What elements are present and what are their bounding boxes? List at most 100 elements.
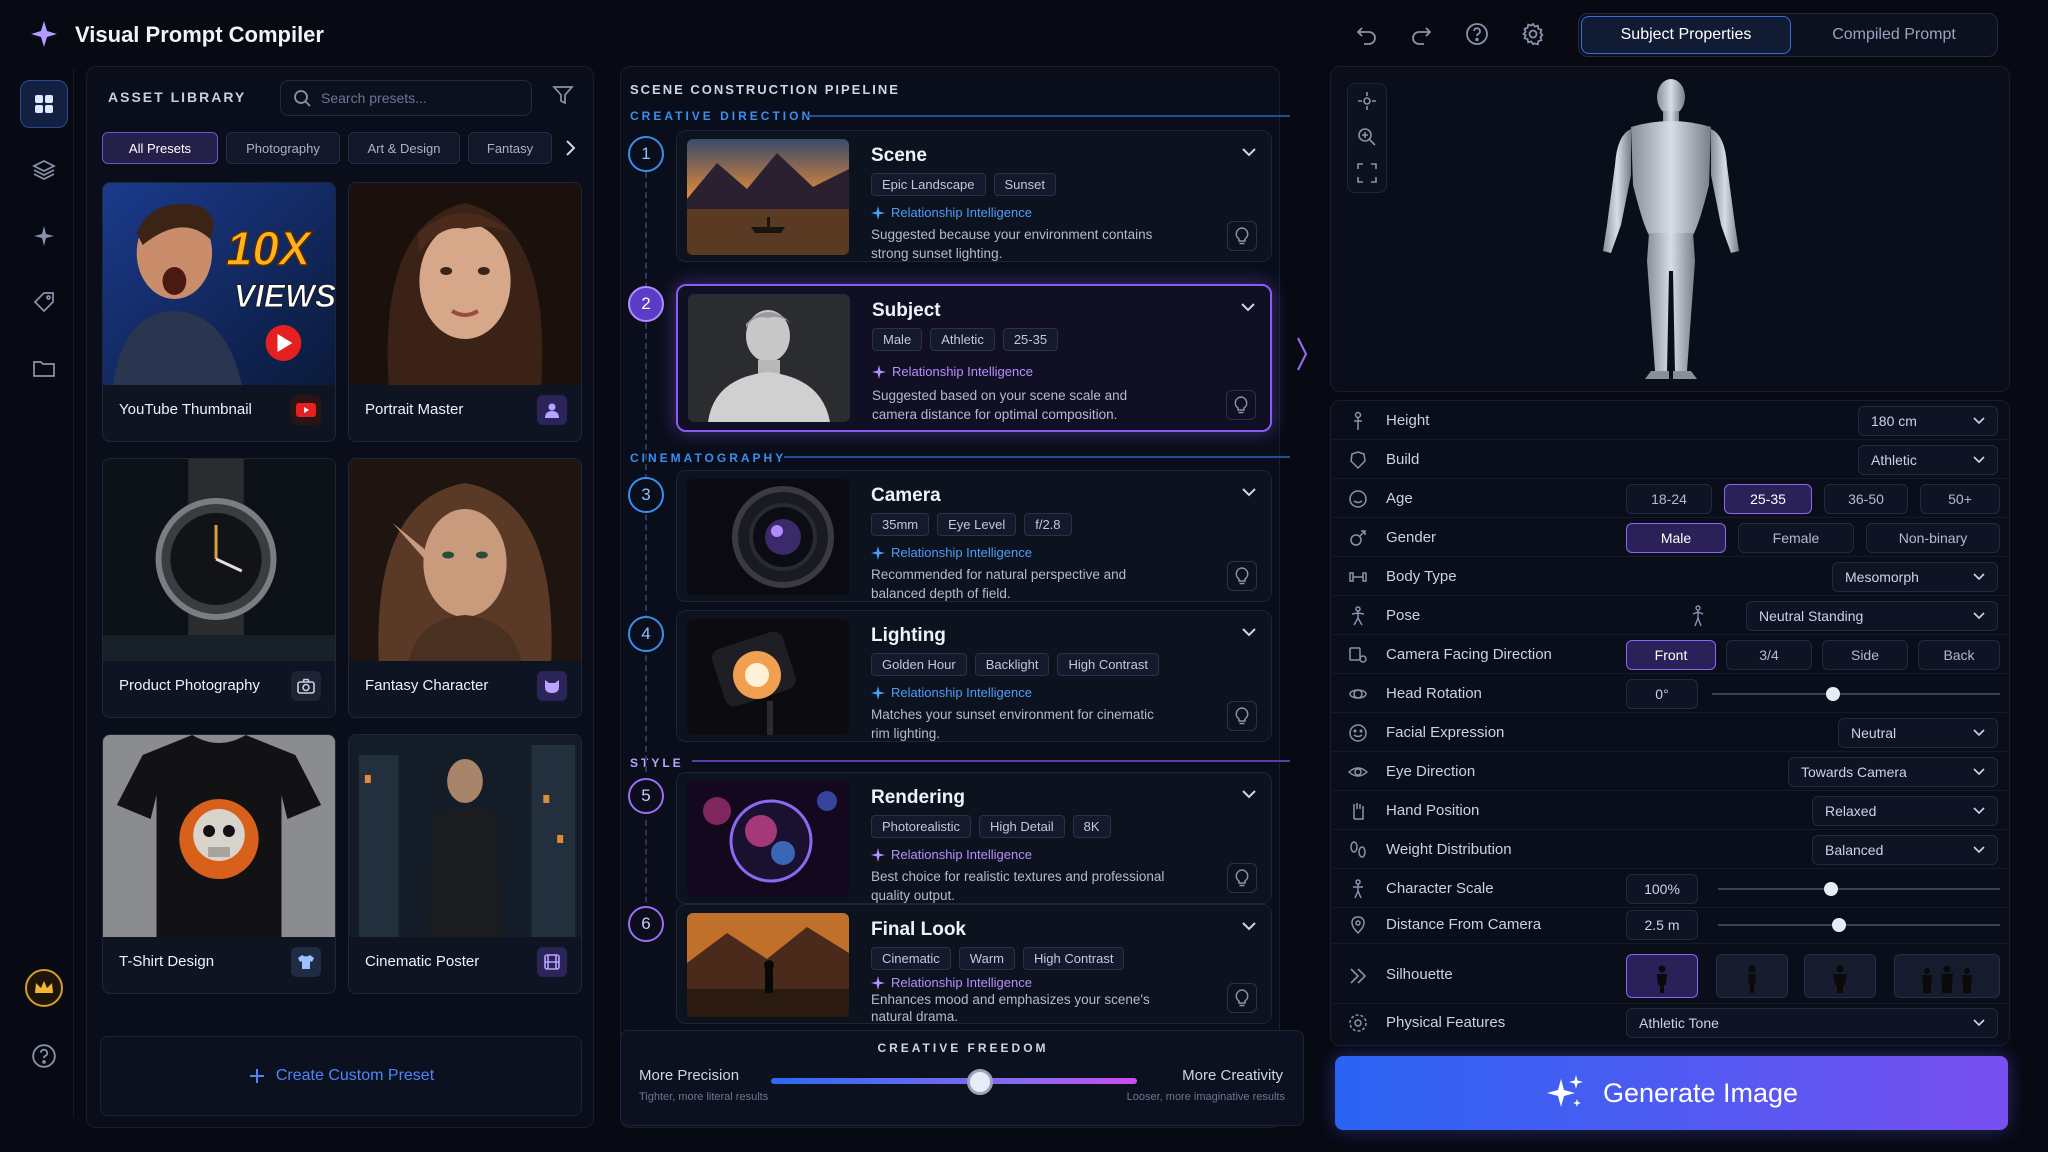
preset-card-youtube[interactable]: 10X VIEWS YouTube Thumbnail <box>102 182 336 442</box>
height-dropdown[interactable]: 180 cm <box>1858 406 1998 436</box>
creative-freedom-track[interactable] <box>771 1078 1137 1084</box>
tag[interactable]: f/2.8 <box>1024 513 1072 536</box>
preset-card-product[interactable]: Product Photography <box>102 458 336 718</box>
tag[interactable]: Sunset <box>993 173 1056 196</box>
body-type-dropdown[interactable]: Mesomorph <box>1832 562 1998 592</box>
chips-next-chevron-icon[interactable] <box>562 138 578 158</box>
lightbulb-icon[interactable] <box>1227 863 1257 893</box>
facing-option-back[interactable]: Back <box>1918 640 2000 670</box>
step-card-scene[interactable]: Scene Epic Landscape Sunset Relationship… <box>676 130 1272 262</box>
pose-dropdown[interactable]: Neutral Standing <box>1746 601 1998 631</box>
head-rotation-value[interactable]: 0° <box>1626 679 1698 709</box>
silhouette-option-group[interactable] <box>1894 954 2000 998</box>
tag[interactable]: High Detail <box>979 815 1065 838</box>
tag[interactable]: High Contrast <box>1022 947 1125 970</box>
chevron-down-icon[interactable] <box>1241 921 1257 931</box>
step-card-rendering[interactable]: Rendering Photorealistic High Detail 8K … <box>676 772 1272 904</box>
chevron-down-icon[interactable] <box>1241 789 1257 799</box>
silhouette-option-broad[interactable] <box>1804 954 1876 998</box>
tag[interactable]: 25-35 <box>1002 328 1059 351</box>
undo-icon[interactable] <box>1352 19 1382 49</box>
silhouette-option-slim[interactable] <box>1716 954 1788 998</box>
3d-body-model[interactable] <box>1581 75 1761 387</box>
chevron-down-icon[interactable] <box>1241 627 1257 637</box>
nav-tags-button[interactable] <box>20 278 68 326</box>
character-scale-value[interactable]: 100% <box>1626 874 1698 904</box>
tag[interactable]: Athletic <box>930 328 995 351</box>
distance-value[interactable]: 2.5 m <box>1626 910 1698 940</box>
tag[interactable]: Photorealistic <box>871 815 972 838</box>
age-option-50-plus[interactable]: 50+ <box>1920 484 2000 514</box>
character-scale-slider-track[interactable] <box>1718 888 2000 890</box>
lightbulb-icon[interactable] <box>1226 390 1256 420</box>
gender-option-female[interactable]: Female <box>1738 523 1854 553</box>
preset-card-cinematic[interactable]: Cinematic Poster <box>348 734 582 994</box>
chevron-right-icon[interactable] <box>1296 334 1308 374</box>
lightbulb-icon[interactable] <box>1227 221 1257 251</box>
hand-position-dropdown[interactable]: Relaxed <box>1812 796 1998 826</box>
tag[interactable]: Male <box>872 328 923 351</box>
lightbulb-icon[interactable] <box>1227 701 1257 731</box>
chevron-down-icon[interactable] <box>1241 487 1257 497</box>
nav-premium-button[interactable] <box>20 964 68 1012</box>
zoom-icon[interactable] <box>1357 127 1377 147</box>
fullscreen-icon[interactable] <box>1357 163 1377 183</box>
distance-slider-knob[interactable] <box>1832 918 1847 932</box>
tag[interactable]: High Contrast <box>1057 653 1159 676</box>
tag[interactable]: Golden Hour <box>871 653 967 676</box>
nav-sparkle-button[interactable] <box>20 212 68 260</box>
lightbulb-icon[interactable] <box>1227 983 1257 1013</box>
create-custom-preset-button[interactable]: Create Custom Preset <box>100 1036 582 1116</box>
step-card-camera[interactable]: Camera 35mm Eye Level f/2.8 Relationship… <box>676 470 1272 602</box>
facing-option-front[interactable]: Front <box>1626 640 1716 670</box>
head-rotation-slider-knob[interactable] <box>1825 687 1840 701</box>
character-scale-slider-knob[interactable] <box>1823 882 1838 896</box>
age-option-25-35[interactable]: 25-35 <box>1724 484 1812 514</box>
nav-layers-button[interactable] <box>20 146 68 194</box>
chevron-down-icon[interactable] <box>1240 302 1256 312</box>
chevron-down-icon[interactable] <box>1241 147 1257 157</box>
physical-features-dropdown[interactable]: Athletic Tone <box>1626 1008 1998 1038</box>
preset-card-portrait[interactable]: Portrait Master <box>348 182 582 442</box>
tag[interactable]: 35mm <box>871 513 930 536</box>
redo-icon[interactable] <box>1406 19 1436 49</box>
eye-direction-dropdown[interactable]: Towards Camera <box>1788 757 1998 787</box>
chip-all-presets[interactable]: All Presets <box>102 132 218 164</box>
tag[interactable]: 8K <box>1072 815 1111 838</box>
head-rotation-slider-track[interactable] <box>1712 693 2000 695</box>
chip-fantasy[interactable]: Fantasy <box>468 132 552 164</box>
filter-icon[interactable] <box>552 84 574 106</box>
step-card-subject[interactable]: Subject Male Athletic 25-35 Relationship… <box>676 284 1272 432</box>
preset-card-tshirt[interactable]: T-Shirt Design <box>102 734 336 994</box>
gender-option-non-binary[interactable]: Non-binary <box>1866 523 2000 553</box>
tag[interactable]: Warm <box>958 947 1015 970</box>
creative-freedom-slider-knob[interactable] <box>966 1069 993 1095</box>
silhouette-option-single[interactable] <box>1626 954 1698 998</box>
facial-expression-dropdown[interactable]: Neutral <box>1838 718 1998 748</box>
preset-card-fantasy[interactable]: Fantasy Character <box>348 458 582 718</box>
facing-option-side[interactable]: Side <box>1822 640 1908 670</box>
gender-option-male[interactable]: Male <box>1626 523 1726 553</box>
distance-slider-track[interactable] <box>1718 924 2000 926</box>
build-dropdown[interactable]: Athletic <box>1858 445 1998 475</box>
age-option-18-24[interactable]: 18-24 <box>1626 484 1712 514</box>
tag[interactable]: Cinematic <box>871 947 951 970</box>
step-card-final-look[interactable]: Final Look Cinematic Warm High Contrast … <box>676 904 1272 1024</box>
search-input[interactable]: Search presets... <box>280 80 532 116</box>
tag[interactable]: Epic Landscape <box>871 173 986 196</box>
age-option-36-50[interactable]: 36-50 <box>1824 484 1908 514</box>
rotate-icon[interactable] <box>1357 91 1377 111</box>
tab-subject-properties[interactable]: Subject Properties <box>1581 16 1791 54</box>
nav-help-button[interactable] <box>20 1032 68 1080</box>
chip-photography[interactable]: Photography <box>226 132 340 164</box>
weight-distribution-dropdown[interactable]: Balanced <box>1812 835 1998 865</box>
nav-grid-button[interactable] <box>20 80 68 128</box>
tag[interactable]: Eye Level <box>937 513 1017 536</box>
lightbulb-icon[interactable] <box>1227 561 1257 591</box>
tag[interactable]: Backlight <box>974 653 1050 676</box>
generate-image-button[interactable]: Generate Image <box>1335 1056 2008 1130</box>
chip-art-design[interactable]: Art & Design <box>348 132 460 164</box>
nav-folder-button[interactable] <box>20 344 68 392</box>
help-icon[interactable] <box>1462 19 1492 49</box>
step-card-lighting[interactable]: Lighting Golden Hour Backlight High Cont… <box>676 610 1272 742</box>
